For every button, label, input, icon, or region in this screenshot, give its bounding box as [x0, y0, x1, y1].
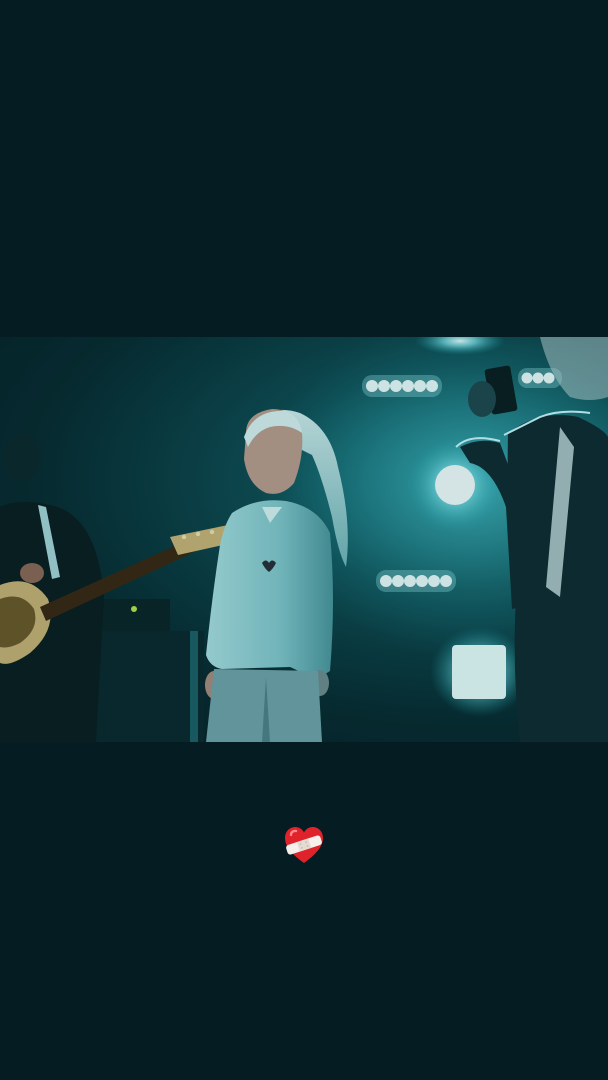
story-photo — [0, 337, 608, 742]
mending-heart-icon — [285, 827, 323, 863]
mending-heart-sticker[interactable] — [283, 825, 325, 865]
story-viewer[interactable] — [0, 0, 608, 1080]
